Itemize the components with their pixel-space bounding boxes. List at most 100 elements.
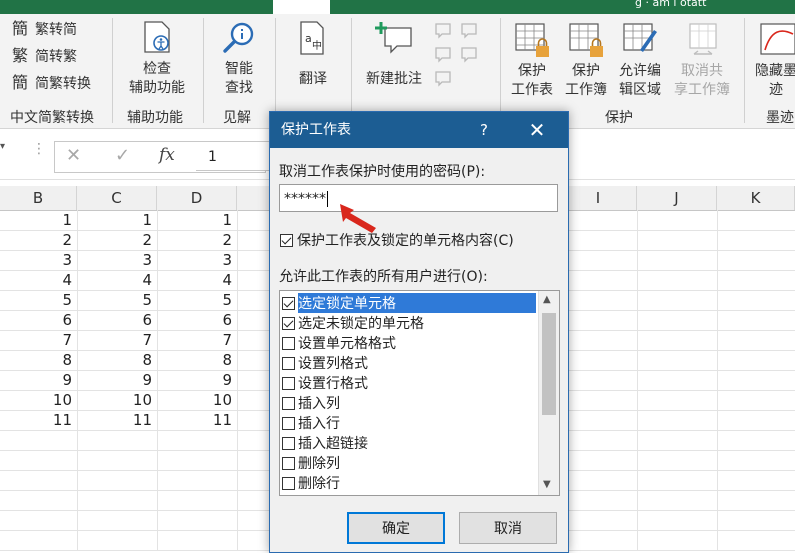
namebox-dropdown-icon[interactable]: ▾ bbox=[0, 141, 5, 152]
cell-b-2[interactable]: 2 bbox=[0, 230, 77, 250]
title-bar-text: g · am i otatt bbox=[635, 0, 707, 9]
simplified-to-traditional-button[interactable]: 繁 简转繁 bbox=[12, 45, 77, 67]
cancel-icon[interactable]: ✕ bbox=[66, 145, 81, 166]
permission-option[interactable]: 删除列 bbox=[282, 453, 536, 473]
permission-checkbox[interactable] bbox=[282, 356, 295, 370]
permission-checkbox[interactable] bbox=[282, 476, 295, 490]
cell-d-7[interactable]: 7 bbox=[157, 330, 237, 350]
cell-b-4[interactable]: 4 bbox=[0, 270, 77, 290]
chinese-conversion-button[interactable]: 簡 简繁转换 bbox=[12, 72, 91, 94]
cancel-button[interactable]: 取消 bbox=[459, 512, 557, 544]
close-button[interactable]: ✕ bbox=[522, 112, 552, 148]
permission-checkbox[interactable] bbox=[282, 416, 295, 430]
permission-checkbox[interactable] bbox=[282, 436, 295, 450]
allow-users-label: 允许此工作表的所有用户进行(O): bbox=[279, 269, 488, 285]
permission-option[interactable]: 选定锁定单元格 bbox=[282, 293, 536, 313]
permission-checkbox[interactable] bbox=[282, 316, 295, 330]
cell-c-11[interactable]: 11 bbox=[77, 410, 157, 430]
cell-c-5[interactable]: 5 bbox=[77, 290, 157, 310]
cell-b-10[interactable]: 10 bbox=[0, 390, 77, 410]
translate-button[interactable]: a 中 翻译 bbox=[287, 20, 339, 89]
cell-b-3[interactable]: 3 bbox=[0, 250, 77, 270]
ribbon-separator bbox=[112, 18, 113, 123]
column-header-k[interactable]: K bbox=[717, 186, 795, 210]
cell-c-10[interactable]: 10 bbox=[77, 390, 157, 410]
group-label-accessibility: 辅助功能 bbox=[127, 110, 183, 126]
cell-c-6[interactable]: 6 bbox=[77, 310, 157, 330]
smart-lookup-button[interactable]: 智能 查找 bbox=[212, 20, 266, 98]
protect-sheet-button[interactable]: 保护 工作表 bbox=[506, 20, 558, 100]
permissions-list[interactable]: 选定锁定单元格 选定未锁定的单元格 设置单元格格式 设置列格式 设置行格式插入列 插入行插… bbox=[279, 290, 560, 496]
ok-button[interactable]: 确定 bbox=[347, 512, 445, 544]
permission-option[interactable]: 插入超链接 bbox=[282, 433, 536, 453]
permission-checkbox[interactable] bbox=[282, 456, 295, 470]
column-header-i[interactable]: I bbox=[560, 186, 637, 210]
permission-label: 插入超链接 bbox=[298, 436, 368, 452]
new-comment-button[interactable]: 新建批注 bbox=[361, 20, 427, 89]
enter-icon[interactable]: ✓ bbox=[115, 145, 130, 166]
cell-c-3[interactable]: 3 bbox=[77, 250, 157, 270]
insert-function-icon[interactable]: fx bbox=[159, 145, 175, 165]
scroll-down-icon[interactable]: ▼ bbox=[543, 479, 551, 490]
cell-d-6[interactable]: 6 bbox=[157, 310, 237, 330]
hide-ink-label-2: 迹 bbox=[769, 82, 783, 98]
cell-b-11[interactable]: 11 bbox=[0, 410, 77, 430]
allow-edit-ranges-button[interactable]: 允许编 辑区域 bbox=[613, 20, 667, 100]
cell-c-1[interactable]: 1 bbox=[77, 210, 157, 230]
permission-checkbox[interactable] bbox=[282, 336, 295, 350]
drag-handle-icon[interactable]: ⋮ bbox=[32, 141, 46, 157]
cell-b-1[interactable]: 1 bbox=[0, 210, 77, 230]
cell-c-4[interactable]: 4 bbox=[77, 270, 157, 290]
cell-d-1[interactable]: 1 bbox=[157, 210, 237, 230]
cell-d-9[interactable]: 9 bbox=[157, 370, 237, 390]
permission-option[interactable]: 插入行 bbox=[282, 413, 536, 433]
column-header-b[interactable]: B bbox=[0, 186, 77, 210]
cell-d-3[interactable]: 3 bbox=[157, 250, 237, 270]
cell-d-8[interactable]: 8 bbox=[157, 350, 237, 370]
cell-c-8[interactable]: 8 bbox=[77, 350, 157, 370]
cell-d-4[interactable]: 4 bbox=[157, 270, 237, 290]
dialog-title-bar[interactable]: 保护工作表 ? ✕ bbox=[270, 112, 568, 148]
permission-option[interactable]: 选定未锁定的单元格 bbox=[282, 313, 536, 333]
protect-workbook-button[interactable]: 保护 工作簿 bbox=[560, 20, 612, 100]
cell-c-7[interactable]: 7 bbox=[77, 330, 157, 350]
permission-option[interactable]: 插入列 bbox=[282, 393, 536, 413]
help-button[interactable]: ? bbox=[473, 112, 495, 148]
permission-option[interactable]: 设置行格式 bbox=[282, 373, 536, 393]
cell-d-11[interactable]: 11 bbox=[157, 410, 237, 430]
permission-option[interactable]: 删除行 bbox=[282, 473, 536, 493]
cell-b-6[interactable]: 6 bbox=[0, 310, 77, 330]
scroll-thumb[interactable] bbox=[542, 313, 556, 415]
protect-locked-row[interactable]: 保护工作表及锁定的单元格内容(C) bbox=[280, 230, 514, 250]
unshare-workbook-button[interactable]: 取消共 享工作簿 bbox=[667, 20, 737, 100]
new-comment-icon bbox=[375, 22, 412, 54]
check-accessibility-button[interactable]: 检查 辅助功能 bbox=[122, 20, 192, 98]
hide-ink-button[interactable]: 隐藏墨 迹 bbox=[755, 20, 795, 100]
cell-b-5[interactable]: 5 bbox=[0, 290, 77, 310]
chinese-conversion-label: 简繁转换 bbox=[35, 76, 91, 92]
cell-c-9[interactable]: 9 bbox=[77, 370, 157, 390]
cell-b-8[interactable]: 8 bbox=[0, 350, 77, 370]
permission-option[interactable]: 设置列格式 bbox=[282, 353, 536, 373]
password-input[interactable]: ****** bbox=[279, 184, 558, 212]
permission-checkbox[interactable] bbox=[282, 296, 295, 310]
cell-c-2[interactable]: 2 bbox=[77, 230, 157, 250]
column-header-j[interactable]: J bbox=[637, 186, 717, 210]
column-header-d[interactable]: D bbox=[157, 186, 237, 210]
scroll-up-icon[interactable]: ▲ bbox=[543, 294, 551, 305]
simplified-to-traditional-label: 简转繁 bbox=[35, 49, 77, 65]
cell-b-9[interactable]: 9 bbox=[0, 370, 77, 390]
cell-d-10[interactable]: 10 bbox=[157, 390, 237, 410]
list-scrollbar[interactable]: ▲ ▼ bbox=[538, 291, 559, 495]
cell-d-5[interactable]: 5 bbox=[157, 290, 237, 310]
column-header-c[interactable]: C bbox=[77, 186, 157, 210]
permission-label: 选定锁定单元格 bbox=[298, 293, 536, 313]
protect-locked-checkbox[interactable] bbox=[280, 233, 293, 247]
cell-d-2[interactable]: 2 bbox=[157, 230, 237, 250]
cell-b-7[interactable]: 7 bbox=[0, 330, 77, 350]
traditional-to-simplified-button[interactable]: 簡 繁转简 bbox=[12, 18, 77, 40]
permission-checkbox[interactable] bbox=[282, 396, 295, 410]
permission-option[interactable]: 设置单元格格式 bbox=[282, 333, 536, 353]
permission-checkbox[interactable] bbox=[282, 376, 295, 390]
permission-label: 插入列 bbox=[298, 396, 340, 412]
